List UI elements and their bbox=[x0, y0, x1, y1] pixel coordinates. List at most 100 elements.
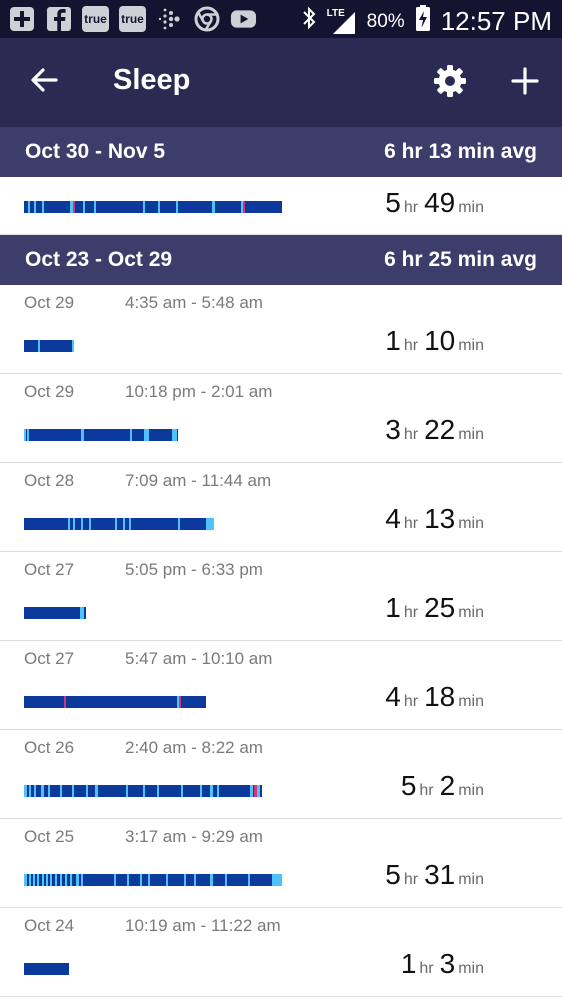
restless-mark bbox=[143, 785, 145, 797]
restless-mark bbox=[76, 874, 79, 886]
restless-mark bbox=[148, 874, 150, 886]
sleep-duration: 3 hr 22 min bbox=[385, 414, 484, 446]
duration-minutes: 18 bbox=[424, 681, 456, 712]
add-button[interactable] bbox=[505, 63, 545, 103]
sleep-log-row[interactable]: Oct 27 5:05 pm - 6:33 pm 1 hr 25 min bbox=[0, 552, 562, 641]
restless-mark bbox=[50, 874, 52, 886]
sleep-log-row[interactable]: Oct 27 5:47 am - 10:10 am 4 hr 18 min bbox=[0, 641, 562, 730]
restless-mark bbox=[33, 874, 35, 886]
sleep-log-row[interactable]: Oct 26 2:40 am - 8:22 am 5 hr 2 min bbox=[0, 730, 562, 819]
restless-mark bbox=[83, 201, 85, 213]
restless-mark bbox=[126, 785, 128, 797]
sleep-date: Oct 27 bbox=[24, 649, 75, 668]
minutes-unit: min bbox=[458, 199, 484, 216]
sleep-duration: 1 hr 10 min bbox=[385, 325, 484, 357]
sleep-time-range: 10:19 am - 11:22 am bbox=[125, 916, 281, 935]
week-range: Oct 23 - Oct 29 bbox=[25, 248, 173, 271]
restless-mark bbox=[143, 201, 145, 213]
restless-mark bbox=[225, 874, 227, 886]
restless-mark bbox=[73, 518, 75, 530]
duration-minutes: 22 bbox=[424, 414, 456, 445]
duration-hours: 4 bbox=[385, 503, 401, 534]
status-bar: true true LTE 80% 12:57 PM bbox=[0, 0, 562, 38]
restless-mark bbox=[80, 607, 84, 619]
restless-mark bbox=[129, 518, 131, 530]
sleep-log-row[interactable]: Oct 28 7:09 am - 11:44 am 4 hr 13 min bbox=[0, 463, 562, 552]
restless-mark bbox=[41, 785, 44, 797]
true-icon: true bbox=[82, 6, 109, 32]
hours-unit: hr bbox=[403, 199, 419, 216]
back-button[interactable] bbox=[26, 62, 62, 102]
restless-mark bbox=[29, 785, 31, 797]
restless-mark bbox=[248, 874, 250, 886]
duration-minutes: 3 bbox=[439, 948, 456, 979]
duration-minutes: 31 bbox=[424, 859, 456, 890]
plus-box-icon bbox=[8, 6, 35, 32]
restless-mark bbox=[257, 785, 260, 797]
back-arrow-icon bbox=[30, 66, 58, 99]
sleep-date: Oct 29 bbox=[24, 382, 75, 401]
duration-hours: 5 bbox=[385, 187, 401, 218]
restless-mark bbox=[46, 874, 48, 886]
hours-unit: hr bbox=[403, 871, 419, 888]
app-bar: Sleep bbox=[0, 38, 562, 127]
restless-mark bbox=[72, 785, 74, 797]
hours-unit: hr bbox=[403, 604, 419, 621]
restless-mark bbox=[144, 429, 149, 441]
sleep-date: Oct 26 bbox=[24, 738, 75, 757]
restless-mark bbox=[130, 429, 132, 441]
restless-mark bbox=[123, 518, 125, 530]
minutes-unit: min bbox=[458, 426, 484, 443]
sleep-stage-bar bbox=[24, 607, 86, 619]
awake-mark bbox=[73, 201, 75, 213]
restless-mark bbox=[140, 874, 142, 886]
facebook-icon bbox=[45, 6, 72, 32]
sleep-stage-bar bbox=[24, 874, 282, 886]
sleep-duration: 1 hr 25 min bbox=[385, 592, 484, 624]
restless-mark bbox=[210, 785, 213, 797]
restless-mark bbox=[55, 874, 57, 886]
sleep-duration: 5 hr 31 min bbox=[385, 859, 484, 891]
gear-icon bbox=[433, 64, 467, 103]
minutes-unit: min bbox=[458, 871, 484, 888]
restless-mark bbox=[34, 201, 36, 213]
week-range: Oct 30 - Nov 5 bbox=[25, 140, 166, 163]
restless-mark bbox=[72, 340, 74, 352]
system-indicators: LTE 80% 12:57 PM bbox=[301, 4, 552, 39]
sleep-log-row[interactable]: 5 hr 49 min bbox=[0, 177, 562, 235]
sleep-stage-bar bbox=[24, 963, 69, 975]
restless-mark bbox=[81, 429, 84, 441]
duration-minutes: 2 bbox=[439, 770, 456, 801]
duration-minutes: 25 bbox=[424, 592, 456, 623]
sleep-date: Oct 24 bbox=[24, 916, 75, 935]
restless-mark bbox=[81, 874, 83, 886]
restless-mark bbox=[127, 874, 129, 886]
sleep-date: Oct 25 bbox=[24, 827, 75, 846]
sleep-log-row[interactable]: Oct 29 4:35 am - 5:48 am 1 hr 10 min bbox=[0, 285, 562, 374]
sleep-log-row[interactable]: Oct 29 10:18 pm - 2:01 am 3 hr 22 min bbox=[0, 374, 562, 463]
sleep-time-range: 5:47 am - 10:10 am bbox=[125, 649, 273, 668]
restless-mark bbox=[114, 874, 116, 886]
sleep-time-range: 4:35 am - 5:48 am bbox=[125, 293, 263, 312]
minutes-unit: min bbox=[458, 960, 484, 977]
page-title: Sleep bbox=[113, 64, 191, 96]
sleep-log-row[interactable]: Oct 25 3:17 am - 9:29 am 5 hr 31 min bbox=[0, 819, 562, 908]
sleep-duration: 5 hr 49 min bbox=[385, 187, 484, 219]
restless-mark bbox=[28, 201, 30, 213]
chrome-icon bbox=[193, 6, 220, 32]
settings-button[interactable] bbox=[430, 63, 470, 103]
sleep-duration: 5 hr 2 min bbox=[401, 770, 484, 802]
sleep-log-row[interactable]: Oct 24 10:19 am - 11:22 am 1 hr 3 min bbox=[0, 908, 562, 997]
week-average: 6 hr 25 min avg bbox=[384, 248, 537, 271]
hours-unit: hr bbox=[419, 782, 434, 799]
hours-unit: hr bbox=[403, 337, 419, 354]
restless-mark bbox=[24, 874, 27, 886]
sleep-stage-bar bbox=[24, 201, 282, 213]
restless-mark bbox=[37, 874, 39, 886]
restless-mark bbox=[60, 874, 62, 886]
clock: 12:57 PM bbox=[440, 6, 552, 36]
minutes-unit: min bbox=[458, 604, 484, 621]
youtube-icon bbox=[230, 6, 257, 32]
sleep-stage-bar bbox=[24, 696, 206, 708]
duration-hours: 3 bbox=[385, 414, 401, 445]
